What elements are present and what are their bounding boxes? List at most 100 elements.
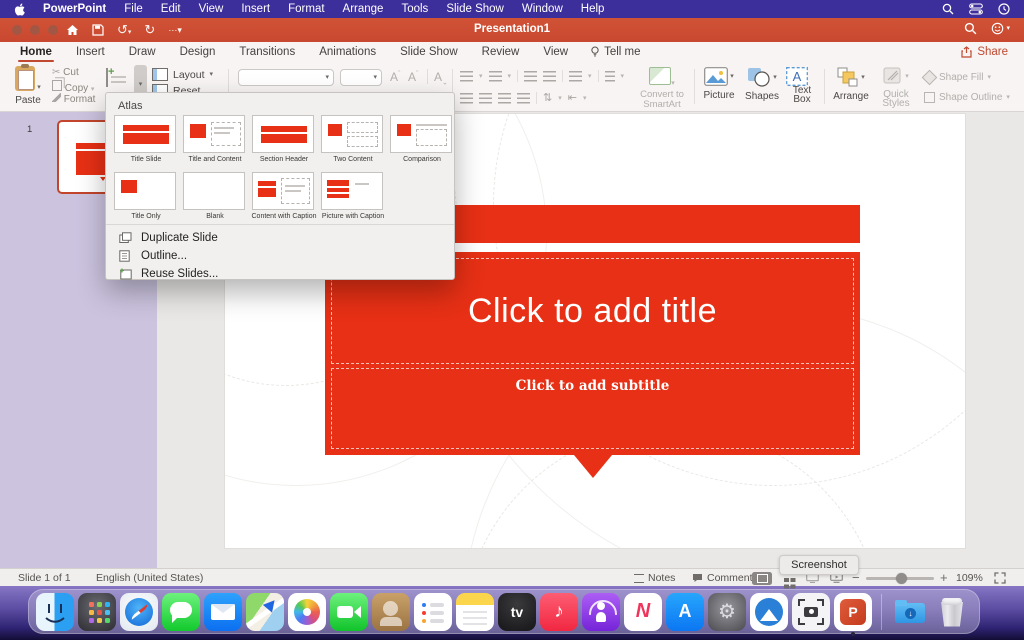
dock-facetime-icon[interactable] <box>330 593 368 631</box>
menu-item-format[interactable]: Format <box>288 3 324 15</box>
align-center-icon[interactable] <box>479 93 492 104</box>
dock-messages-icon[interactable] <box>162 593 200 631</box>
dock-appstore-icon[interactable]: A <box>666 593 704 631</box>
layout-blank[interactable] <box>183 172 245 210</box>
menu-item-arrange[interactable]: Arrange <box>343 3 384 15</box>
layout-content-with-caption[interactable] <box>252 172 314 210</box>
tell-me-button[interactable]: Tell me <box>580 42 650 62</box>
zoom-percentage[interactable]: 109% <box>956 572 983 584</box>
tab-view[interactable]: View <box>531 42 580 62</box>
picture-button[interactable]: ▾ Picture <box>700 67 738 101</box>
dock-downloads-icon[interactable]: ↓ <box>891 593 929 631</box>
dock-mail-icon[interactable] <box>204 593 242 631</box>
tab-draw[interactable]: Draw <box>117 42 168 62</box>
comments-toggle[interactable]: Comments <box>692 572 758 584</box>
dock-powerpoint-icon[interactable]: P <box>834 593 872 631</box>
menu-item-view[interactable]: View <box>199 3 224 15</box>
justify-icon[interactable] <box>517 93 530 104</box>
line-spacing-icon[interactable] <box>569 71 582 82</box>
zoom-in-button[interactable]: + <box>940 570 948 585</box>
dock-settings-icon[interactable]: ⚙ <box>708 593 746 631</box>
duplicate-slide-menu-item[interactable]: Duplicate Slide <box>119 230 218 246</box>
subtitle-placeholder[interactable]: Click to add subtitle <box>331 368 854 449</box>
tab-design[interactable]: Design <box>168 42 228 62</box>
tab-home[interactable]: Home <box>8 42 64 62</box>
menu-item-slideshow[interactable]: Slide Show <box>446 3 504 15</box>
align-right-icon[interactable] <box>498 93 511 104</box>
dock-contacts-icon[interactable] <box>372 593 410 631</box>
paste-button[interactable]: ▾ Paste <box>10 66 46 106</box>
layout-section-header[interactable] <box>252 115 314 153</box>
control-center-icon[interactable] <box>969 3 983 15</box>
apple-menu-icon[interactable] <box>14 3 25 16</box>
dock-podcasts-icon[interactable] <box>582 593 620 631</box>
tab-slideshow[interactable]: Slide Show <box>388 42 470 62</box>
bullets-icon[interactable] <box>460 71 473 82</box>
text-box-button[interactable]: A Text Box <box>786 67 818 104</box>
tab-insert[interactable]: Insert <box>64 42 117 62</box>
menubar-search-icon[interactable] <box>942 3 954 15</box>
menu-item-edit[interactable]: Edit <box>161 3 181 15</box>
language-status[interactable]: English (United States) <box>96 572 203 584</box>
dock-trash-icon[interactable] <box>933 593 971 631</box>
copy-button[interactable]: Copy ▾ <box>52 80 94 94</box>
dock-notes-icon[interactable] <box>456 593 494 631</box>
shape-fill-button[interactable]: Shape Fill▾ <box>924 72 991 83</box>
tab-animations[interactable]: Animations <box>307 42 388 62</box>
clear-formatting-button[interactable]: A⌄ <box>434 70 448 86</box>
normal-view-button[interactable] <box>752 572 772 585</box>
cut-button[interactable]: ✂ Cut <box>52 67 79 78</box>
layout-title-and-content[interactable] <box>183 115 245 153</box>
menu-item-window[interactable]: Window <box>522 3 563 15</box>
share-button[interactable]: Share <box>961 46 1016 58</box>
layout-two-content[interactable] <box>321 115 383 153</box>
shapes-button[interactable]: ▾ Shapes <box>742 67 782 102</box>
menu-item-file[interactable]: File <box>124 3 143 15</box>
dock-mountain-app-icon[interactable] <box>750 593 788 631</box>
layout-comparison[interactable] <box>390 115 452 153</box>
dock-appletv-icon[interactable]: tv <box>498 593 536 631</box>
align-left-icon[interactable] <box>460 93 473 104</box>
notes-toggle[interactable]: Notes <box>634 572 675 584</box>
dock-music-icon[interactable]: ♪ <box>540 593 578 631</box>
layout-button[interactable]: Layout▾ <box>152 68 213 81</box>
menu-item-tools[interactable]: Tools <box>401 3 428 15</box>
reuse-slides-menu-item[interactable]: Reuse Slides... <box>119 266 218 282</box>
menu-item-help[interactable]: Help <box>581 3 605 15</box>
decrease-indent-icon[interactable] <box>524 71 537 82</box>
numbering-icon[interactable] <box>489 71 502 82</box>
menu-item-insert[interactable]: Insert <box>241 3 270 15</box>
dock-finder-icon[interactable] <box>36 593 74 631</box>
arrange-button[interactable]: ▾ Arrange <box>830 67 872 102</box>
dock-news-icon[interactable]: N <box>624 593 662 631</box>
fit-slide-to-window-button[interactable] <box>994 572 1006 584</box>
increase-font-size-button[interactable]: Aˆ <box>390 70 400 84</box>
format-painter-button[interactable]: Format <box>52 93 95 105</box>
increase-indent-icon[interactable] <box>543 71 556 82</box>
outline-menu-item[interactable]: Outline... <box>119 248 187 264</box>
dock-safari-icon[interactable] <box>120 593 158 631</box>
layout-title-slide[interactable] <box>114 115 176 153</box>
convert-to-smartart-button[interactable]: ▾ Convert to SmartArt <box>634 67 690 110</box>
font-name-combo[interactable]: ▾ <box>238 69 334 86</box>
titlebar-search-icon[interactable] <box>964 22 977 35</box>
quick-styles-button[interactable]: ▾ Quick Styles <box>876 67 916 108</box>
zoom-slider-knob[interactable] <box>896 573 907 584</box>
zoom-slider[interactable] <box>866 577 934 580</box>
font-size-combo[interactable]: ▾ <box>340 69 382 86</box>
layout-title-only[interactable] <box>114 172 176 210</box>
menu-item-powerpoint[interactable]: PowerPoint <box>43 3 106 15</box>
dock-maps-icon[interactable] <box>246 593 284 631</box>
shape-outline-button[interactable]: Shape Outline▾ <box>924 92 1010 103</box>
dock-photos-icon[interactable] <box>288 593 326 631</box>
decrease-font-size-button[interactable]: Aˇ <box>408 70 418 84</box>
dock-launchpad-icon[interactable] <box>78 593 116 631</box>
text-direction-icon[interactable]: ⇅ <box>543 93 552 104</box>
tab-review[interactable]: Review <box>470 42 532 62</box>
align-text-icon[interactable]: ⇤ <box>568 93 577 104</box>
columns-icon[interactable] <box>605 71 615 82</box>
feedback-smiley-icon[interactable]: ▾ <box>991 22 1010 35</box>
layout-picture-with-caption[interactable] <box>321 172 383 210</box>
tab-transitions[interactable]: Transitions <box>227 42 307 62</box>
clock-menu-icon[interactable] <box>998 3 1010 15</box>
